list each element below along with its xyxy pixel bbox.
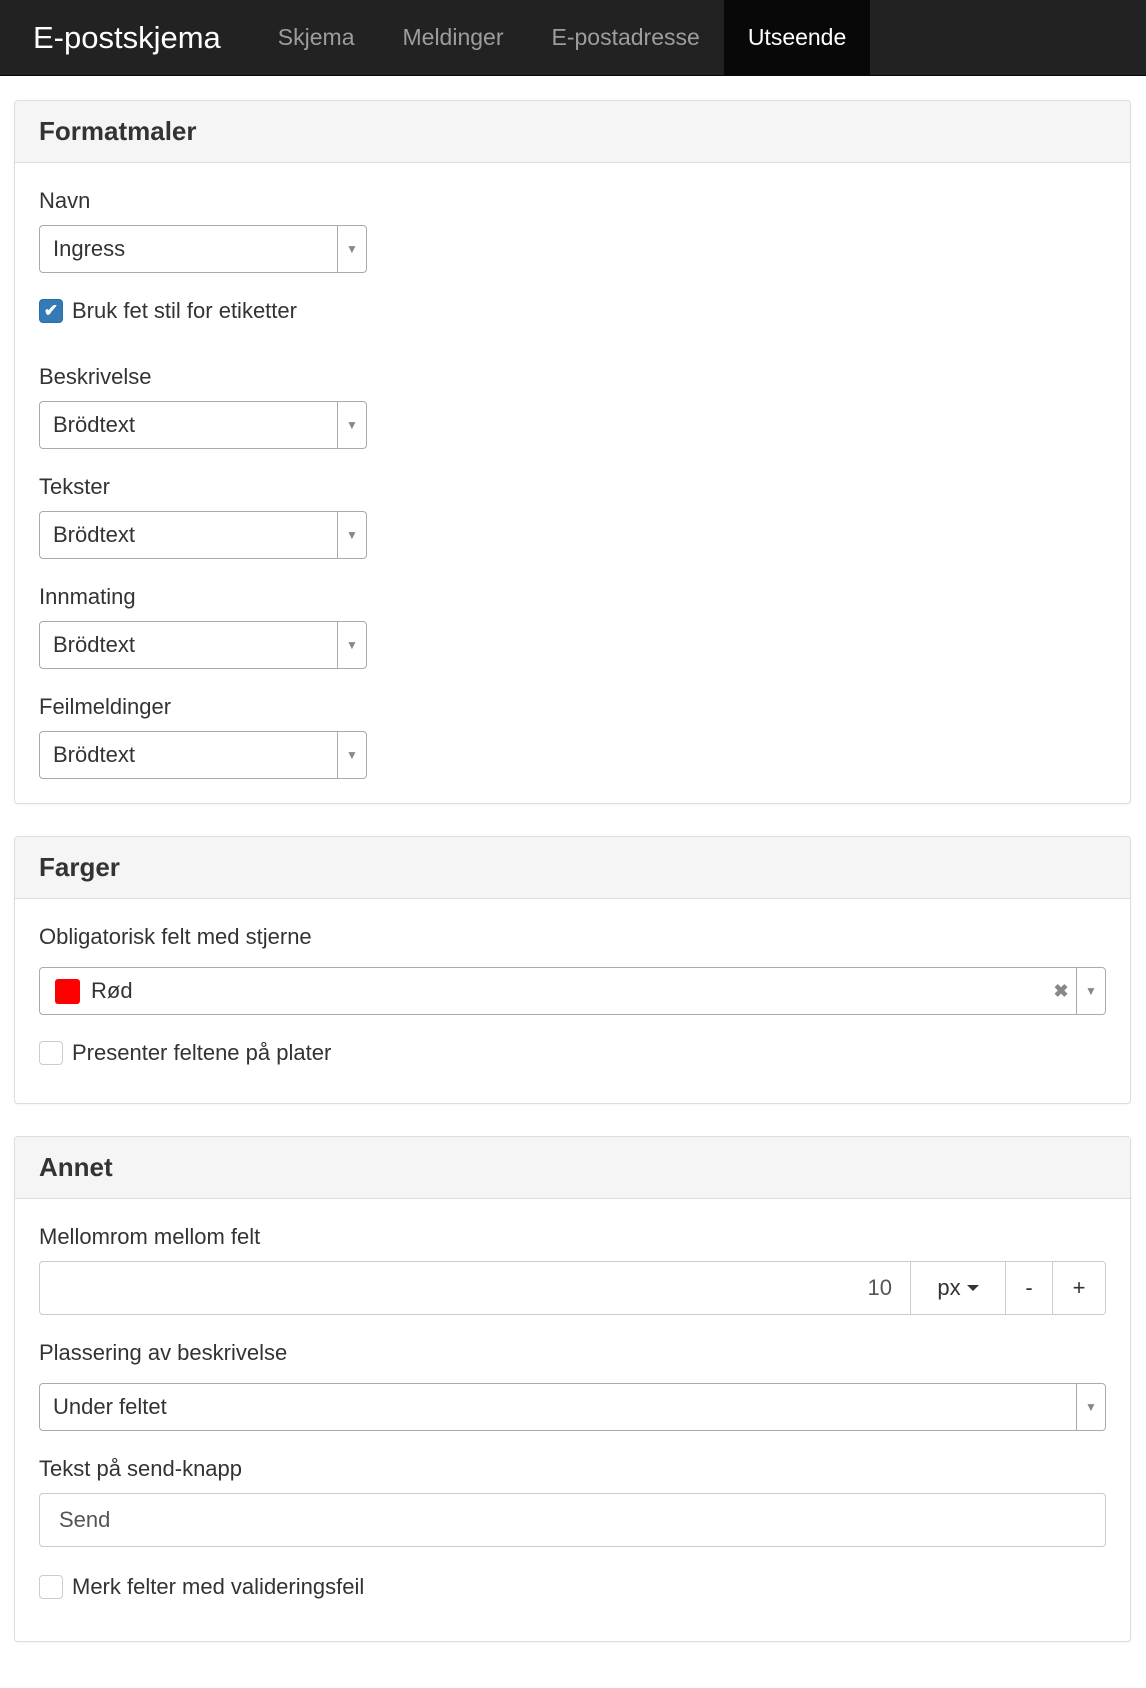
tekster-select-value: Brödtext [53,522,135,547]
chevron-down-icon[interactable]: ▼ [337,622,366,668]
check-icon[interactable]: ✔ [39,299,63,323]
unit-label: px [937,1275,961,1300]
clear-icon[interactable]: ✖ [1046,981,1076,1002]
innmating-select[interactable]: Brödtext ▼ [39,621,367,669]
beskrivelse-select-value: Brödtext [53,412,135,437]
innmating-select-value: Brödtext [53,632,135,657]
panel-farger: Farger Obligatorisk felt med stjerne Rød… [14,836,1131,1104]
placement-select-value: Under feltet [53,1394,167,1419]
panel-title-farger: Farger [15,837,1130,899]
validation-checkbox[interactable] [39,1575,63,1599]
chevron-down-icon[interactable]: ▼ [337,732,366,778]
panel-title-formatmaler: Formatmaler [15,101,1130,163]
required-color-value: Rød [91,978,133,1003]
top-navbar: E-postskjema Skjema Meldinger E-postadre… [0,0,1146,76]
tiles-checkbox-row[interactable]: Presenter feltene på plater [39,1039,1106,1067]
chevron-down-icon[interactable]: ▼ [1076,1384,1105,1430]
chevron-down-icon[interactable]: ▼ [337,512,366,558]
tiles-label: Presenter feltene på plater [72,1040,332,1065]
tekster-label: Tekster [39,474,110,499]
unit-dropdown-button[interactable]: px [910,1262,1005,1314]
send-button-text-label: Tekst på send-knapp [39,1456,243,1481]
chevron-down-icon[interactable]: ▼ [1076,968,1105,1014]
increment-button[interactable]: + [1052,1262,1105,1314]
spacing-input[interactable]: 10 [40,1262,910,1314]
bold-labels-checkbox-row[interactable]: ✔ Bruk fet stil for etiketter [39,297,1106,325]
tab-e-postadresse[interactable]: E-postadresse [528,0,724,75]
panel-title-annet: Annet [15,1137,1130,1199]
navn-select[interactable]: Ingress ▼ [39,225,367,273]
brand-title[interactable]: E-postskjema [0,0,254,75]
navn-label: Navn [39,188,91,213]
decrement-button[interactable]: - [1005,1262,1052,1314]
innmating-label: Innmating [39,584,136,609]
required-color-label: Obligatorisk felt med stjerne [39,924,312,949]
caret-down-icon [966,1285,979,1291]
chevron-down-icon[interactable]: ▼ [337,402,366,448]
spacing-stepper: 10 px - + [39,1261,1106,1315]
color-swatch [55,978,80,1004]
validation-label: Merk felter med valideringsfeil [72,1574,365,1599]
feilmeldinger-select[interactable]: Brödtext ▼ [39,731,367,779]
spacing-label: Mellomrom mellom felt [39,1224,261,1249]
placement-label: Plassering av beskrivelse [39,1340,288,1365]
required-color-select[interactable]: Rød ✖ ▼ [39,967,1106,1015]
navn-select-value: Ingress [53,236,126,261]
placement-select[interactable]: Under feltet ▼ [39,1383,1106,1431]
tab-meldinger[interactable]: Meldinger [379,0,528,75]
bold-labels-label: Bruk fet stil for etiketter [72,298,297,323]
tab-utseende[interactable]: Utseende [723,0,871,75]
feilmeldinger-select-value: Brödtext [53,742,135,767]
send-button-text-input[interactable]: Send [39,1493,1106,1547]
chevron-down-icon[interactable]: ▼ [337,226,366,272]
tiles-checkbox[interactable] [39,1041,63,1065]
panel-formatmaler: Formatmaler Navn Ingress ▼ ✔ Bruk fet st… [14,100,1131,804]
beskrivelse-label: Beskrivelse [39,364,152,389]
tekster-select[interactable]: Brödtext ▼ [39,511,367,559]
validation-checkbox-row[interactable]: Merk felter med valideringsfeil [39,1573,1106,1601]
panel-annet: Annet Mellomrom mellom felt 10 px - + Pl… [14,1136,1131,1642]
feilmeldinger-label: Feilmeldinger [39,694,172,719]
tab-skjema[interactable]: Skjema [254,0,379,75]
beskrivelse-select[interactable]: Brödtext ▼ [39,401,367,449]
